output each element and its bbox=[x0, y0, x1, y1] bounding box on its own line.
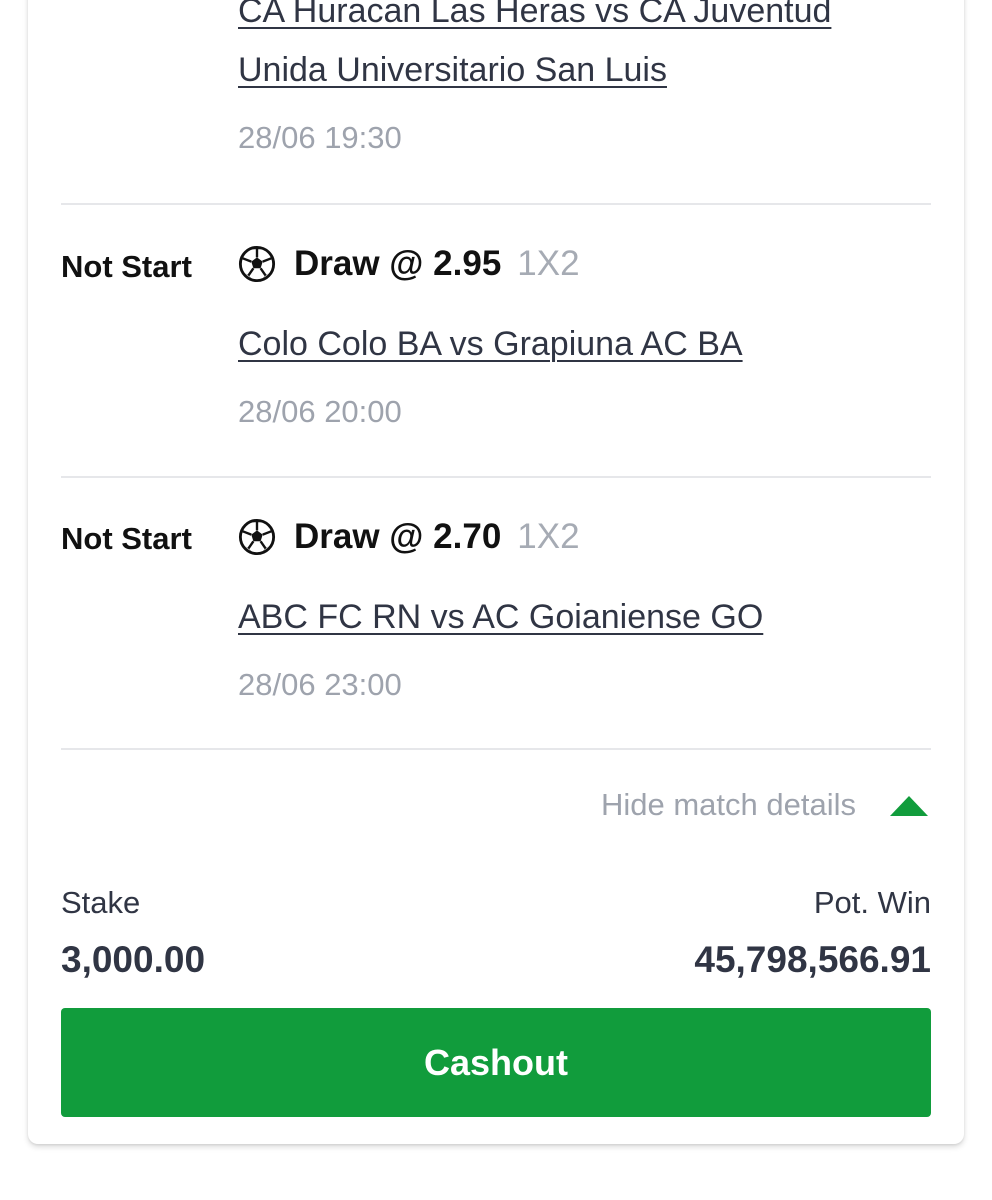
caret-up-icon[interactable] bbox=[890, 796, 928, 816]
match-datetime: 28/06 20:00 bbox=[238, 394, 402, 429]
match-link[interactable]: ABC FC RN vs AC Goianiense GO bbox=[238, 598, 763, 637]
pick-label: Draw @ 2.70 bbox=[294, 517, 502, 556]
cashout-button[interactable]: Cashout bbox=[61, 1008, 931, 1117]
match-link[interactable]: CA Huracan Las Heras vs CA Juventud bbox=[238, 0, 831, 31]
soccer-ball-icon bbox=[238, 518, 276, 556]
match-datetime: 28/06 23:00 bbox=[238, 667, 402, 702]
pot-win-value: 45,798,566.91 bbox=[694, 939, 931, 980]
divider bbox=[61, 476, 931, 478]
market-label: 1X2 bbox=[517, 517, 580, 556]
match-link[interactable]: Unida Universitario San Luis bbox=[238, 51, 667, 90]
divider bbox=[61, 203, 931, 205]
bet-slip-page: CA Huracan Las Heras vs CA Juventud Unid… bbox=[0, 0, 992, 1200]
match-link[interactable]: Colo Colo BA vs Grapiuna AC BA bbox=[238, 325, 743, 364]
pot-win-label: Pot. Win bbox=[813, 885, 931, 920]
stake-label: Stake bbox=[61, 885, 141, 920]
divider bbox=[61, 748, 931, 750]
market-label: 1X2 bbox=[517, 244, 580, 283]
pick-label: Draw @ 2.95 bbox=[294, 244, 502, 283]
bet-status: Not Start bbox=[61, 521, 192, 556]
soccer-ball-icon bbox=[238, 245, 276, 283]
stake-value: 3,000.00 bbox=[61, 939, 206, 980]
bet-pick: Draw @ 2.70 1X2 bbox=[238, 517, 580, 557]
match-datetime: 28/06 19:30 bbox=[238, 120, 402, 155]
bet-status: Not Start bbox=[61, 249, 192, 284]
bet-pick: Draw @ 2.95 1X2 bbox=[238, 244, 580, 284]
hide-match-details-link[interactable]: Hide match details bbox=[601, 787, 856, 823]
